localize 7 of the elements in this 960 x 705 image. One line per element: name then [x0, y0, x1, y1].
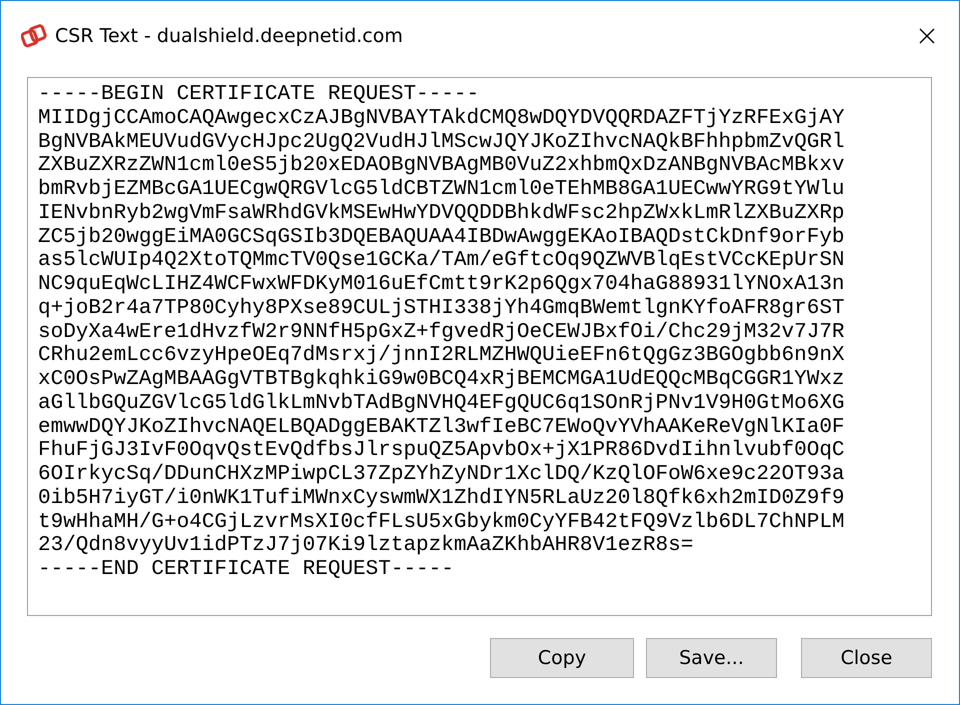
csr-text-area[interactable]: -----BEGIN CERTIFICATE REQUEST----- MIIDgjCCAmoCAQAwgecxCzAJBgNVBAYTAkdCMQ8wDQYDVQQRDAZFTjYzRFExGjAY BgNVBAkMEUVudGVycHJpc2UgQ2VudHJlMScwJQYJKoZIhvcNAQkBFhhpbmZvQGRl ZXBuZXRzZWN1cml0eS5jb20xEDAOBgNVBAgMB0VuZ2xhbmQxDzANBgNVBAcMBkxv bmRvbjEZMBcGA1UECgwQRGVlcG5ldCBTZWN1cml0eTEhMB8GA1UECwwYRG9tYWlu IENvbnRyb2wgVmFsaWRhdGVkMSEwHwYDVQQDDBhkdWFsc2hpZWxkLmRlZXBuZXRp ZC5jb20wggEiMA0GCSqGSIb3DQEBAQUAA4IBDwAwggEKAoIBAQDstCkDnf9orFyb as5lcWUIp4Q2XtoTQMmcTV0Qse1GCKa/TAm/eGftcOq9QZWVBlqEstVCcKEpUrSN NC9quEqWcLIHZ4WCFwxWFDKyM016uEfCmtt9rK2p6Qgx704haG88931lYNOxA13n q+joB2r4a7TP80Cyhy8PXse89CULjSTHI338jYh4GmqBWemtlgnKYfoAFR8gr6ST soDyXa4wEre1dHvzfW2r9NNfH5pGxZ+fgvedRjOeCEWJBxfOi/Chc29jM32v7J7R CRhu2emLcc6vzyHpeOEq7dMsrxj/jnnI2RLMZHWQUieEFn6tQgGz3BGOgbb6n9nX xC0OsPwZAgMBAAGgVTBTBgkqhkiG9w0BCQ4xRjBEMCMGA1UdEQQcMBqCGGR1YWxz aGllbGQuZGVlcG5ldGlkLmNvbTAdBgNVHQ4EFgQUC6q1SOnRjPNv1V9H0GtMo6XG emwwDQYJKoZIhvcNAQELBQADggEBAKTZl3wfIeBC7EWoQvYVhAAKeReVgNlKIa0F FhuFjGJ3IvF0OqvQstEvQdfbsJlrspuQZ5ApvbOx+jX1PR86DvdIihnlvubf0OqC 6OIrkycSq/DDunCHXzMPiwpCL37ZpZYhZyNDr1XclDQ/KzQlOFoW6xe9c22OT93a 0ib5H7iyGT/i0nWK1TufiMWnxCyswmWX1ZhdIYN5RLaUz20l8Qfk6xh2mID0Z9f9 t9wHhaMH/G+o4CGjLzvrMsXI0cfFLsU5xGbykm0CyYFB42tFQ9Vzlb6DL7ChNPLM 23/Qdn8vyyUv1idPTzJ7j07Ki9lztapzkmAaZKhbAHR8V1ezR8s= -----END CERTIFICATE REQUEST-----: [27, 77, 932, 616]
copy-button[interactable]: Copy: [490, 638, 634, 678]
save-button[interactable]: Save...: [646, 638, 777, 678]
app-logo-icon: [21, 24, 47, 48]
close-dialog-button[interactable]: Close: [801, 638, 932, 678]
close-icon: [919, 28, 935, 44]
window-title: CSR Text - dualshield.deepnetid.com: [55, 25, 404, 47]
